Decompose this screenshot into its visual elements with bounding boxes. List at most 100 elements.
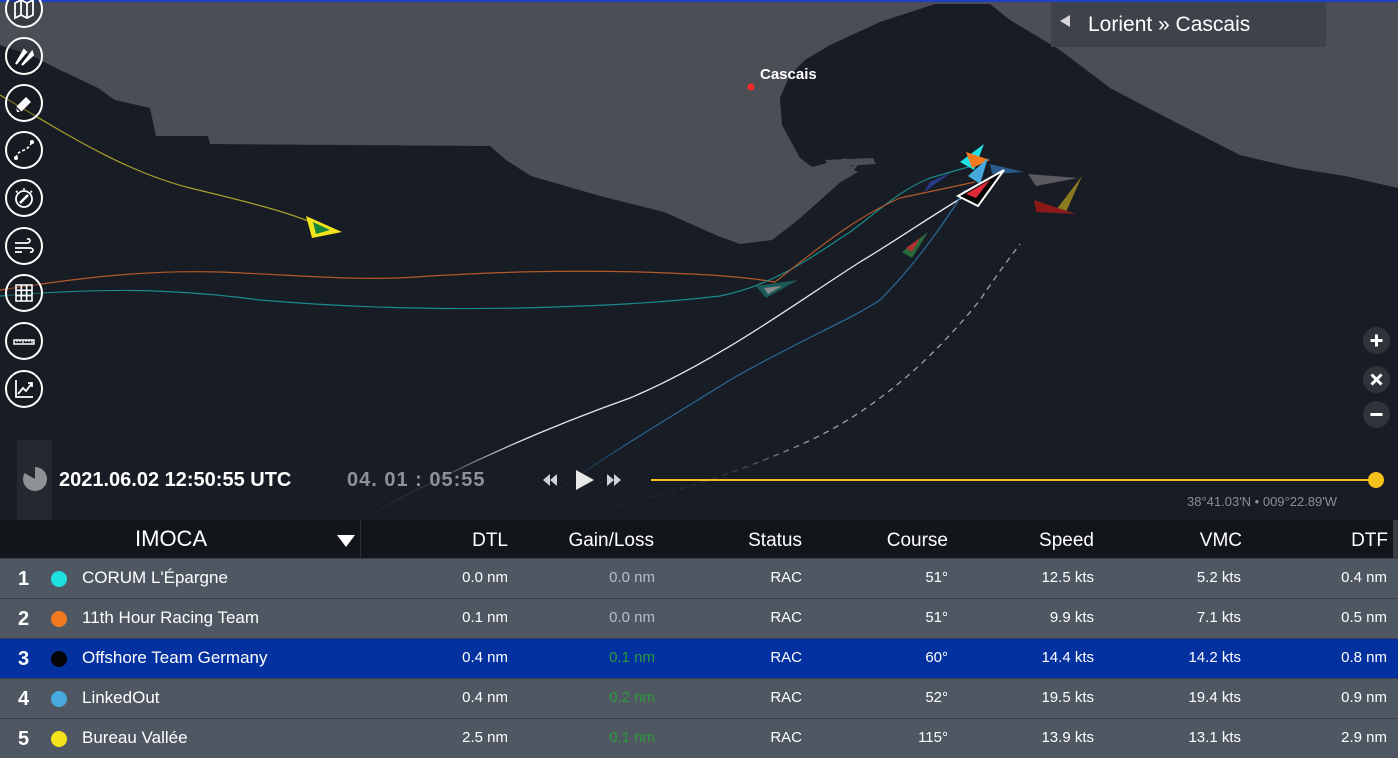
boat-color-dot	[51, 691, 67, 707]
playback-mode-button[interactable]	[17, 440, 52, 520]
play-icon[interactable]	[576, 470, 594, 490]
status-value: RAC	[770, 569, 802, 586]
chart-icon	[15, 380, 33, 398]
dtl-value: 0.4 nm	[462, 649, 508, 666]
table-row[interactable]: 2 11th Hour Racing Team 0.1 nm 0.0 nm RA…	[0, 598, 1398, 638]
table-row-selected[interactable]: 3 Offshore Team Germany 0.4 nm 0.1 nm RA…	[0, 638, 1398, 678]
status-value: RAC	[770, 729, 802, 746]
header-dtl[interactable]: DTL	[458, 530, 508, 552]
playback-controls	[540, 466, 626, 494]
course-value: 115°	[918, 729, 948, 746]
grid-icon	[15, 284, 33, 302]
grid-button[interactable]	[5, 274, 43, 312]
wind-icon	[15, 238, 34, 253]
leaderboard-table: IMOCA DTL Gain/Loss Status Course Speed …	[0, 520, 1398, 758]
boat-color-dot	[51, 571, 67, 587]
rewind-icon[interactable]	[543, 474, 557, 486]
speed-value: 14.4 kts	[1041, 649, 1094, 666]
eraser-button[interactable]	[5, 84, 43, 122]
class-label: IMOCA	[135, 526, 208, 551]
boat-name: Offshore Team Germany	[82, 648, 268, 667]
header-gain-loss[interactable]: Gain/Loss	[544, 530, 654, 552]
boat-color-dot	[51, 651, 67, 667]
boats-icon	[15, 48, 35, 66]
ruler-icon	[13, 339, 35, 345]
fast-forward-icon[interactable]	[607, 474, 621, 486]
city-label: Cascais	[760, 66, 817, 83]
rank: 4	[18, 688, 30, 710]
gain-loss-value: 0.2 nm	[609, 689, 655, 706]
dtf-value: 0.5 nm	[1341, 609, 1387, 626]
status-value: RAC	[770, 649, 802, 666]
speed-value: 9.9 kts	[1049, 609, 1094, 626]
boat-name: CORUM L'Épargne	[82, 568, 228, 587]
route-icon	[14, 140, 34, 160]
chart-button[interactable]	[5, 370, 43, 408]
current-datetime: 2021.06.02 12:50:55 UTC	[59, 469, 292, 491]
header-dtf[interactable]: DTF	[1330, 530, 1388, 552]
course-value: 51°	[925, 569, 948, 586]
rank: 2	[18, 608, 30, 630]
chevron-down-icon	[337, 535, 355, 547]
vmc-value: 7.1 kts	[1196, 609, 1241, 626]
route-selector[interactable]: Lorient » Cascais	[1051, 2, 1326, 47]
rank: 5	[18, 728, 30, 750]
rank: 3	[18, 648, 30, 670]
elapsed-time: 04. 01 : 05:55	[347, 469, 486, 491]
course-value: 51°	[925, 609, 948, 626]
table-row[interactable]: 1 CORUM L'Épargne 0.0 nm 0.0 nm RAC 51° …	[0, 558, 1398, 598]
speed-value: 13.9 kts	[1041, 729, 1094, 746]
dtl-value: 0.1 nm	[462, 609, 508, 626]
header-vmc[interactable]: VMC	[1180, 530, 1242, 552]
timeline-slider[interactable]	[651, 479, 1376, 481]
cursor-coordinates: 38°41.03'N • 009°22.89'W	[1187, 494, 1338, 509]
header-course[interactable]: Course	[860, 530, 948, 552]
speed-value: 19.5 kts	[1041, 689, 1094, 706]
boats-button[interactable]	[5, 37, 43, 75]
status-value: RAC	[770, 689, 802, 706]
boat-color-dot	[51, 731, 67, 747]
table-row[interactable]: 4 LinkedOut 0.4 nm 0.2 nm RAC 52° 19.5 k…	[0, 678, 1398, 718]
vmc-value: 14.2 kts	[1188, 649, 1241, 666]
dtf-value: 0.9 nm	[1341, 689, 1387, 706]
boat-color-dot	[51, 611, 67, 627]
route-button[interactable]	[5, 131, 43, 169]
status-value: RAC	[770, 609, 802, 626]
dtl-value: 0.4 nm	[462, 689, 508, 706]
table-scrollbar[interactable]	[1393, 520, 1398, 558]
gain-loss-value: 0.0 nm	[609, 609, 655, 626]
dtl-value: 2.5 nm	[462, 729, 508, 746]
zoom-in-button[interactable]	[1363, 327, 1390, 354]
compass-button[interactable]	[5, 179, 43, 217]
speed-value: 12.5 kts	[1041, 569, 1094, 586]
ruler-button[interactable]	[5, 322, 43, 360]
timeline-slider-handle[interactable]	[1368, 472, 1384, 488]
route-label: Lorient » Cascais	[1088, 12, 1251, 36]
header-status[interactable]: Status	[720, 530, 802, 552]
zoom-out-icon	[1370, 413, 1383, 416]
zoom-in-icon	[1370, 334, 1383, 347]
boat-name: 11th Hour Racing Team	[82, 608, 260, 627]
class-selector[interactable]: IMOCA	[0, 520, 361, 558]
course-value: 60°	[925, 649, 948, 666]
table-row[interactable]: 5 Bureau Vallée 2.5 nm 0.1 nm RAC 115° 1…	[0, 718, 1398, 758]
collapse-arrow-icon[interactable]	[1060, 14, 1070, 27]
dtl-value: 0.0 nm	[462, 569, 508, 586]
compass-icon	[15, 188, 33, 208]
gain-loss-value: 0.1 nm	[609, 649, 655, 666]
close-icon	[1370, 373, 1383, 386]
clock-icon	[23, 466, 47, 491]
dtf-value: 2.9 nm	[1341, 729, 1387, 746]
zoom-reset-button[interactable]	[1363, 366, 1390, 393]
table-header: IMOCA DTL Gain/Loss Status Course Speed …	[0, 520, 1398, 558]
dtf-value: 0.4 nm	[1341, 569, 1387, 586]
wind-button[interactable]	[5, 227, 43, 265]
course-value: 52°	[925, 689, 948, 706]
boat-name: LinkedOut	[82, 688, 160, 707]
boat-name: Bureau Vallée	[82, 728, 188, 747]
gain-loss-value: 0.1 nm	[609, 729, 655, 746]
map-layers-icon	[14, 0, 34, 20]
rank: 1	[18, 568, 30, 590]
header-speed[interactable]: Speed	[1010, 530, 1094, 552]
zoom-out-button[interactable]	[1363, 401, 1390, 428]
